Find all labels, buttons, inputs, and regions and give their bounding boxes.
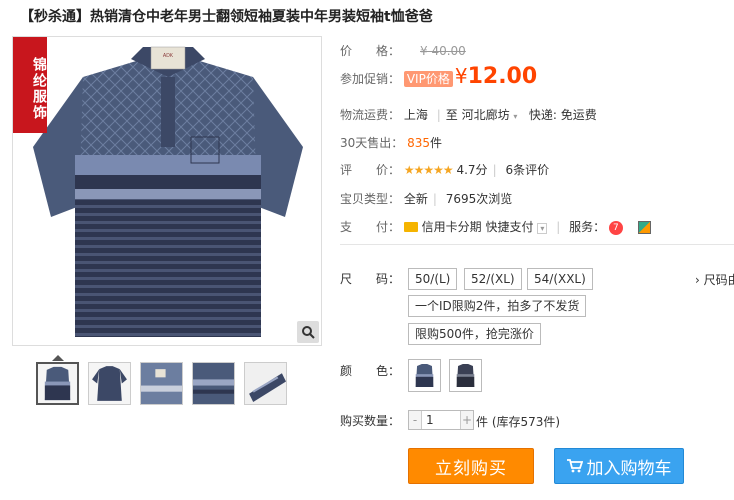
size-label: 尺 码： bbox=[340, 272, 401, 286]
service-label: 服务： bbox=[569, 220, 606, 234]
brand-ribbon: 锦纶服饰 bbox=[13, 37, 47, 133]
shipping-label: 物流运费： bbox=[340, 108, 401, 122]
thumbnail[interactable] bbox=[192, 362, 235, 405]
add-to-cart-label: 加入购物车 bbox=[586, 458, 672, 479]
brand-tag: ADK bbox=[163, 53, 174, 59]
condition-row: 宝贝类型： 全新 | 7695次浏览 bbox=[340, 192, 513, 206]
rating-score: 4.7分 bbox=[456, 163, 488, 177]
payment-label: 支 付： bbox=[340, 220, 401, 234]
promo-row: 参加促销： VIP价格 ¥12.00 bbox=[340, 64, 537, 89]
chevron-down-icon: ▾ bbox=[513, 112, 518, 121]
quantity-increment[interactable]: + bbox=[461, 411, 473, 429]
quantity-decrement[interactable]: - bbox=[409, 411, 421, 429]
seven-day-return-icon[interactable]: 7 bbox=[608, 220, 623, 235]
rating-label: 评 价： bbox=[340, 163, 401, 177]
buy-now-button[interactable]: 立刻购买 bbox=[408, 448, 534, 484]
price-label: 价 格： bbox=[340, 44, 401, 58]
condition-label: 宝贝类型： bbox=[340, 192, 401, 206]
product-title: 【秒杀通】热销清仓中老年男士翻领短袖夏装中年男装短袖t恤爸爸 bbox=[20, 9, 433, 25]
ship-to-dropdown[interactable]: 河北廊坊 ▾ bbox=[462, 108, 518, 122]
payment-row: 支 付： 信用卡分期 快捷支付 ▾ | 服务： 7 bbox=[340, 218, 652, 235]
rating-row: 评 价： ★★★★★ 4.7分 | 6条评价 bbox=[340, 163, 550, 177]
thumbnail[interactable] bbox=[140, 362, 183, 405]
size-option-l[interactable]: 50/(L) bbox=[408, 268, 458, 290]
polo-shirt-image: ADK bbox=[33, 46, 303, 337]
add-to-cart-button[interactable]: 加入购物车 bbox=[554, 448, 684, 484]
installment-label: 信用卡分期 bbox=[421, 220, 482, 234]
size-option-xxl[interactable]: 54/(XXL) bbox=[527, 268, 593, 290]
quantity-label: 购买数量： bbox=[340, 414, 401, 428]
color-option[interactable] bbox=[408, 359, 441, 392]
thumbnail[interactable] bbox=[244, 362, 287, 405]
currency-symbol: ¥ bbox=[454, 64, 468, 88]
stock-limit-notice: 限购500件，抢完涨价 bbox=[408, 323, 541, 345]
product-main-image[interactable]: ADK 锦纶服饰 bbox=[12, 36, 322, 346]
thumbnail[interactable] bbox=[88, 362, 131, 405]
size-option-xl[interactable]: 52/(XL) bbox=[464, 268, 522, 290]
color-option[interactable] bbox=[449, 359, 482, 392]
section-divider bbox=[340, 244, 734, 245]
shipping-method: 快递: 免运费 bbox=[528, 108, 597, 122]
size-chart-link[interactable]: › 尺码由 bbox=[695, 271, 734, 288]
purchase-limit-notice: 一个ID限购2件，拍多了不发货 bbox=[408, 295, 587, 317]
promo-label: 参加促销： bbox=[340, 72, 401, 86]
sales-row: 30天售出： 835件 bbox=[340, 134, 442, 151]
sales-unit: 件 bbox=[430, 136, 443, 150]
price-row: 价 格： ¥ 40.00 bbox=[340, 42, 466, 59]
shipping-row: 物流运费： 上海 | 至 河北廊坊 ▾ 快递: 免运费 bbox=[340, 108, 597, 122]
sales-label: 30天售出： bbox=[340, 136, 404, 150]
stock-info: 件 (库存573件) bbox=[476, 415, 561, 429]
guarantee-icon[interactable] bbox=[638, 221, 652, 234]
quantity-input[interactable] bbox=[421, 411, 461, 429]
review-count-link[interactable]: 6条评价 bbox=[505, 163, 549, 177]
ship-to-sep: 至 bbox=[445, 108, 458, 122]
thumbnail[interactable] bbox=[36, 355, 79, 405]
sales-count: 835 bbox=[407, 136, 431, 150]
quantity-stepper: - + bbox=[408, 410, 474, 430]
original-price: ¥ 40.00 bbox=[420, 44, 466, 58]
thumbnail-strip bbox=[36, 355, 287, 405]
ship-from: 上海 bbox=[403, 108, 428, 122]
quickpay-dropdown[interactable]: 快捷支付 ▾ bbox=[486, 220, 548, 234]
condition-value: 全新 bbox=[403, 192, 428, 206]
promo-price: 12.00 bbox=[467, 64, 538, 89]
cart-icon bbox=[566, 459, 583, 473]
credit-card-icon bbox=[403, 221, 418, 232]
rating-stars: ★★★★★ bbox=[403, 163, 454, 177]
view-count: 7695次浏览 bbox=[445, 192, 513, 206]
color-label: 颜 色： bbox=[340, 364, 401, 378]
chevron-down-icon: ▾ bbox=[537, 223, 548, 234]
zoom-icon[interactable] bbox=[297, 321, 319, 343]
vip-badge: VIP价格 bbox=[403, 71, 453, 87]
